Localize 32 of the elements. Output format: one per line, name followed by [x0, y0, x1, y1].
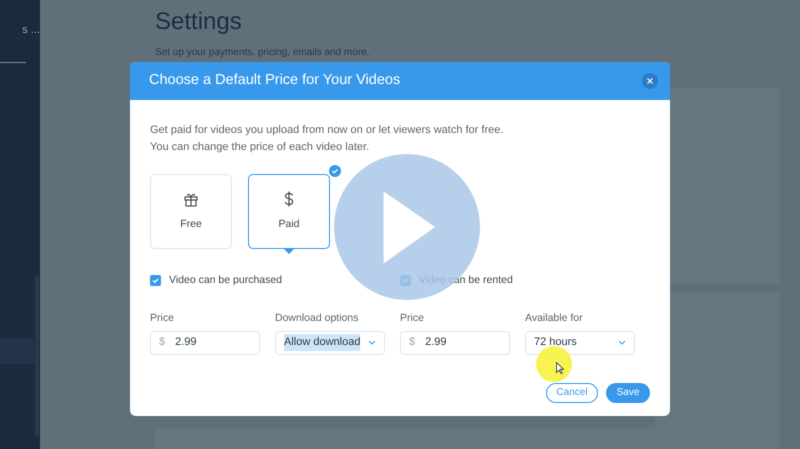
chevron-down-icon: [618, 340, 626, 345]
selection-pointer: [284, 249, 294, 254]
field-value: 72 hours: [534, 335, 577, 350]
cursor-icon: [556, 362, 564, 374]
field-label: Available for: [525, 310, 584, 326]
page-title: Settings: [155, 8, 243, 37]
checkbox[interactable]: [150, 275, 161, 286]
field-value: Allow download: [284, 334, 360, 351]
dialog-title: Choose a Default Price for Your Videos: [149, 71, 400, 90]
currency-symbol: $: [409, 335, 416, 350]
field-label: Download options: [275, 310, 360, 326]
dropdown-field[interactable]: Allow download: [275, 330, 385, 354]
price-option-card[interactable]: Paid: [248, 174, 330, 249]
page-subtitle: Set up your payments, pricing, emails and more.: [155, 46, 371, 60]
price-field[interactable]: $ 2.99: [150, 330, 260, 354]
price-field[interactable]: $ 2.99: [400, 330, 510, 354]
field-label: Price: [150, 310, 175, 326]
field-value: 2.99: [425, 335, 447, 350]
sidebar-title: s ...: [22, 23, 40, 38]
play-button[interactable]: [334, 154, 480, 300]
field-label: Price: [400, 310, 425, 326]
checkbox-label: Video can be purchased: [169, 273, 282, 288]
close-icon: [647, 78, 653, 84]
field-value: 2.99: [175, 335, 197, 350]
dollar-icon: [284, 190, 294, 207]
price-option-card[interactable]: Free: [150, 174, 232, 249]
gift-icon: [183, 190, 199, 207]
description-text: Get paid for videos you upload from now on or let viewers watch for free. You can change the price of each video later.: [150, 123, 504, 155]
currency-symbol: $: [159, 335, 166, 350]
close-button[interactable]: [642, 73, 658, 89]
check-icon: [329, 165, 341, 177]
chevron-down-icon: [368, 340, 376, 345]
